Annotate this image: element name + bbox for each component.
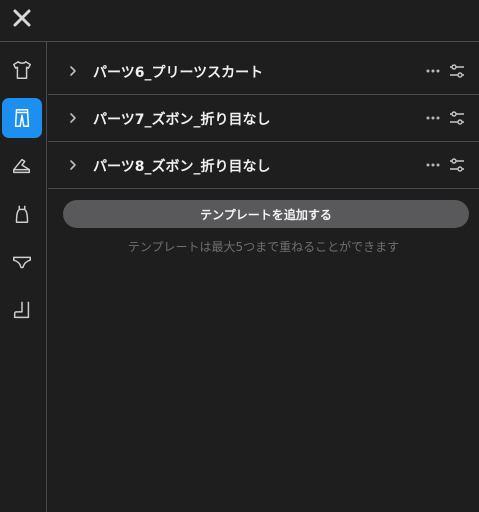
sidebar-item-tops[interactable]	[2, 50, 42, 90]
add-template-button[interactable]: テンプレートを追加する	[63, 200, 469, 228]
shoe-icon	[13, 158, 31, 174]
pants-icon	[14, 109, 30, 127]
sliders-icon	[450, 158, 464, 172]
chevron-right-icon[interactable]	[66, 64, 80, 78]
settings-button[interactable]	[448, 109, 466, 127]
more-button[interactable]	[424, 156, 442, 174]
parts-panel: パーツ6_プリーツスカート パーツ7_ズボン_折り目なし パーツ8_ズボン_折り…	[48, 42, 479, 512]
more-horizontal-icon	[426, 69, 440, 73]
more-button[interactable]	[424, 109, 442, 127]
part-row[interactable]: パーツ7_ズボン_折り目なし	[48, 95, 479, 142]
sidebar-item-bottoms[interactable]	[2, 98, 42, 138]
settings-button[interactable]	[448, 62, 466, 80]
part-name: パーツ8_ズボン_折り目なし	[93, 159, 271, 175]
sidebar-item-underwear[interactable]	[2, 242, 42, 282]
more-horizontal-icon	[426, 163, 440, 167]
close-button[interactable]	[10, 6, 34, 30]
sliders-icon	[450, 64, 464, 78]
part-row[interactable]: パーツ8_ズボン_折り目なし	[48, 142, 479, 189]
more-button[interactable]	[424, 62, 442, 80]
underwear-icon	[13, 256, 31, 269]
chevron-right-icon[interactable]	[66, 158, 80, 172]
sidebar-item-dress[interactable]	[2, 194, 42, 234]
sliders-icon	[450, 111, 464, 125]
chevron-right-icon[interactable]	[66, 111, 80, 125]
sidebar-item-boots[interactable]	[2, 290, 42, 330]
top-bar	[0, 0, 479, 42]
template-limit-hint: テンプレートは最大5つまで重ねることができます	[127, 240, 400, 254]
shirt-icon	[13, 61, 31, 79]
close-icon	[13, 9, 31, 27]
dress-icon	[15, 205, 29, 223]
settings-button[interactable]	[448, 156, 466, 174]
sidebar-item-shoes[interactable]	[2, 146, 42, 186]
more-horizontal-icon	[426, 116, 440, 120]
part-name: パーツ7_ズボン_折り目なし	[93, 112, 271, 128]
boot-icon	[13, 301, 30, 319]
part-name: パーツ6_プリーツスカート	[93, 65, 264, 81]
category-sidebar	[0, 42, 47, 512]
part-row[interactable]: パーツ6_プリーツスカート	[48, 48, 479, 95]
